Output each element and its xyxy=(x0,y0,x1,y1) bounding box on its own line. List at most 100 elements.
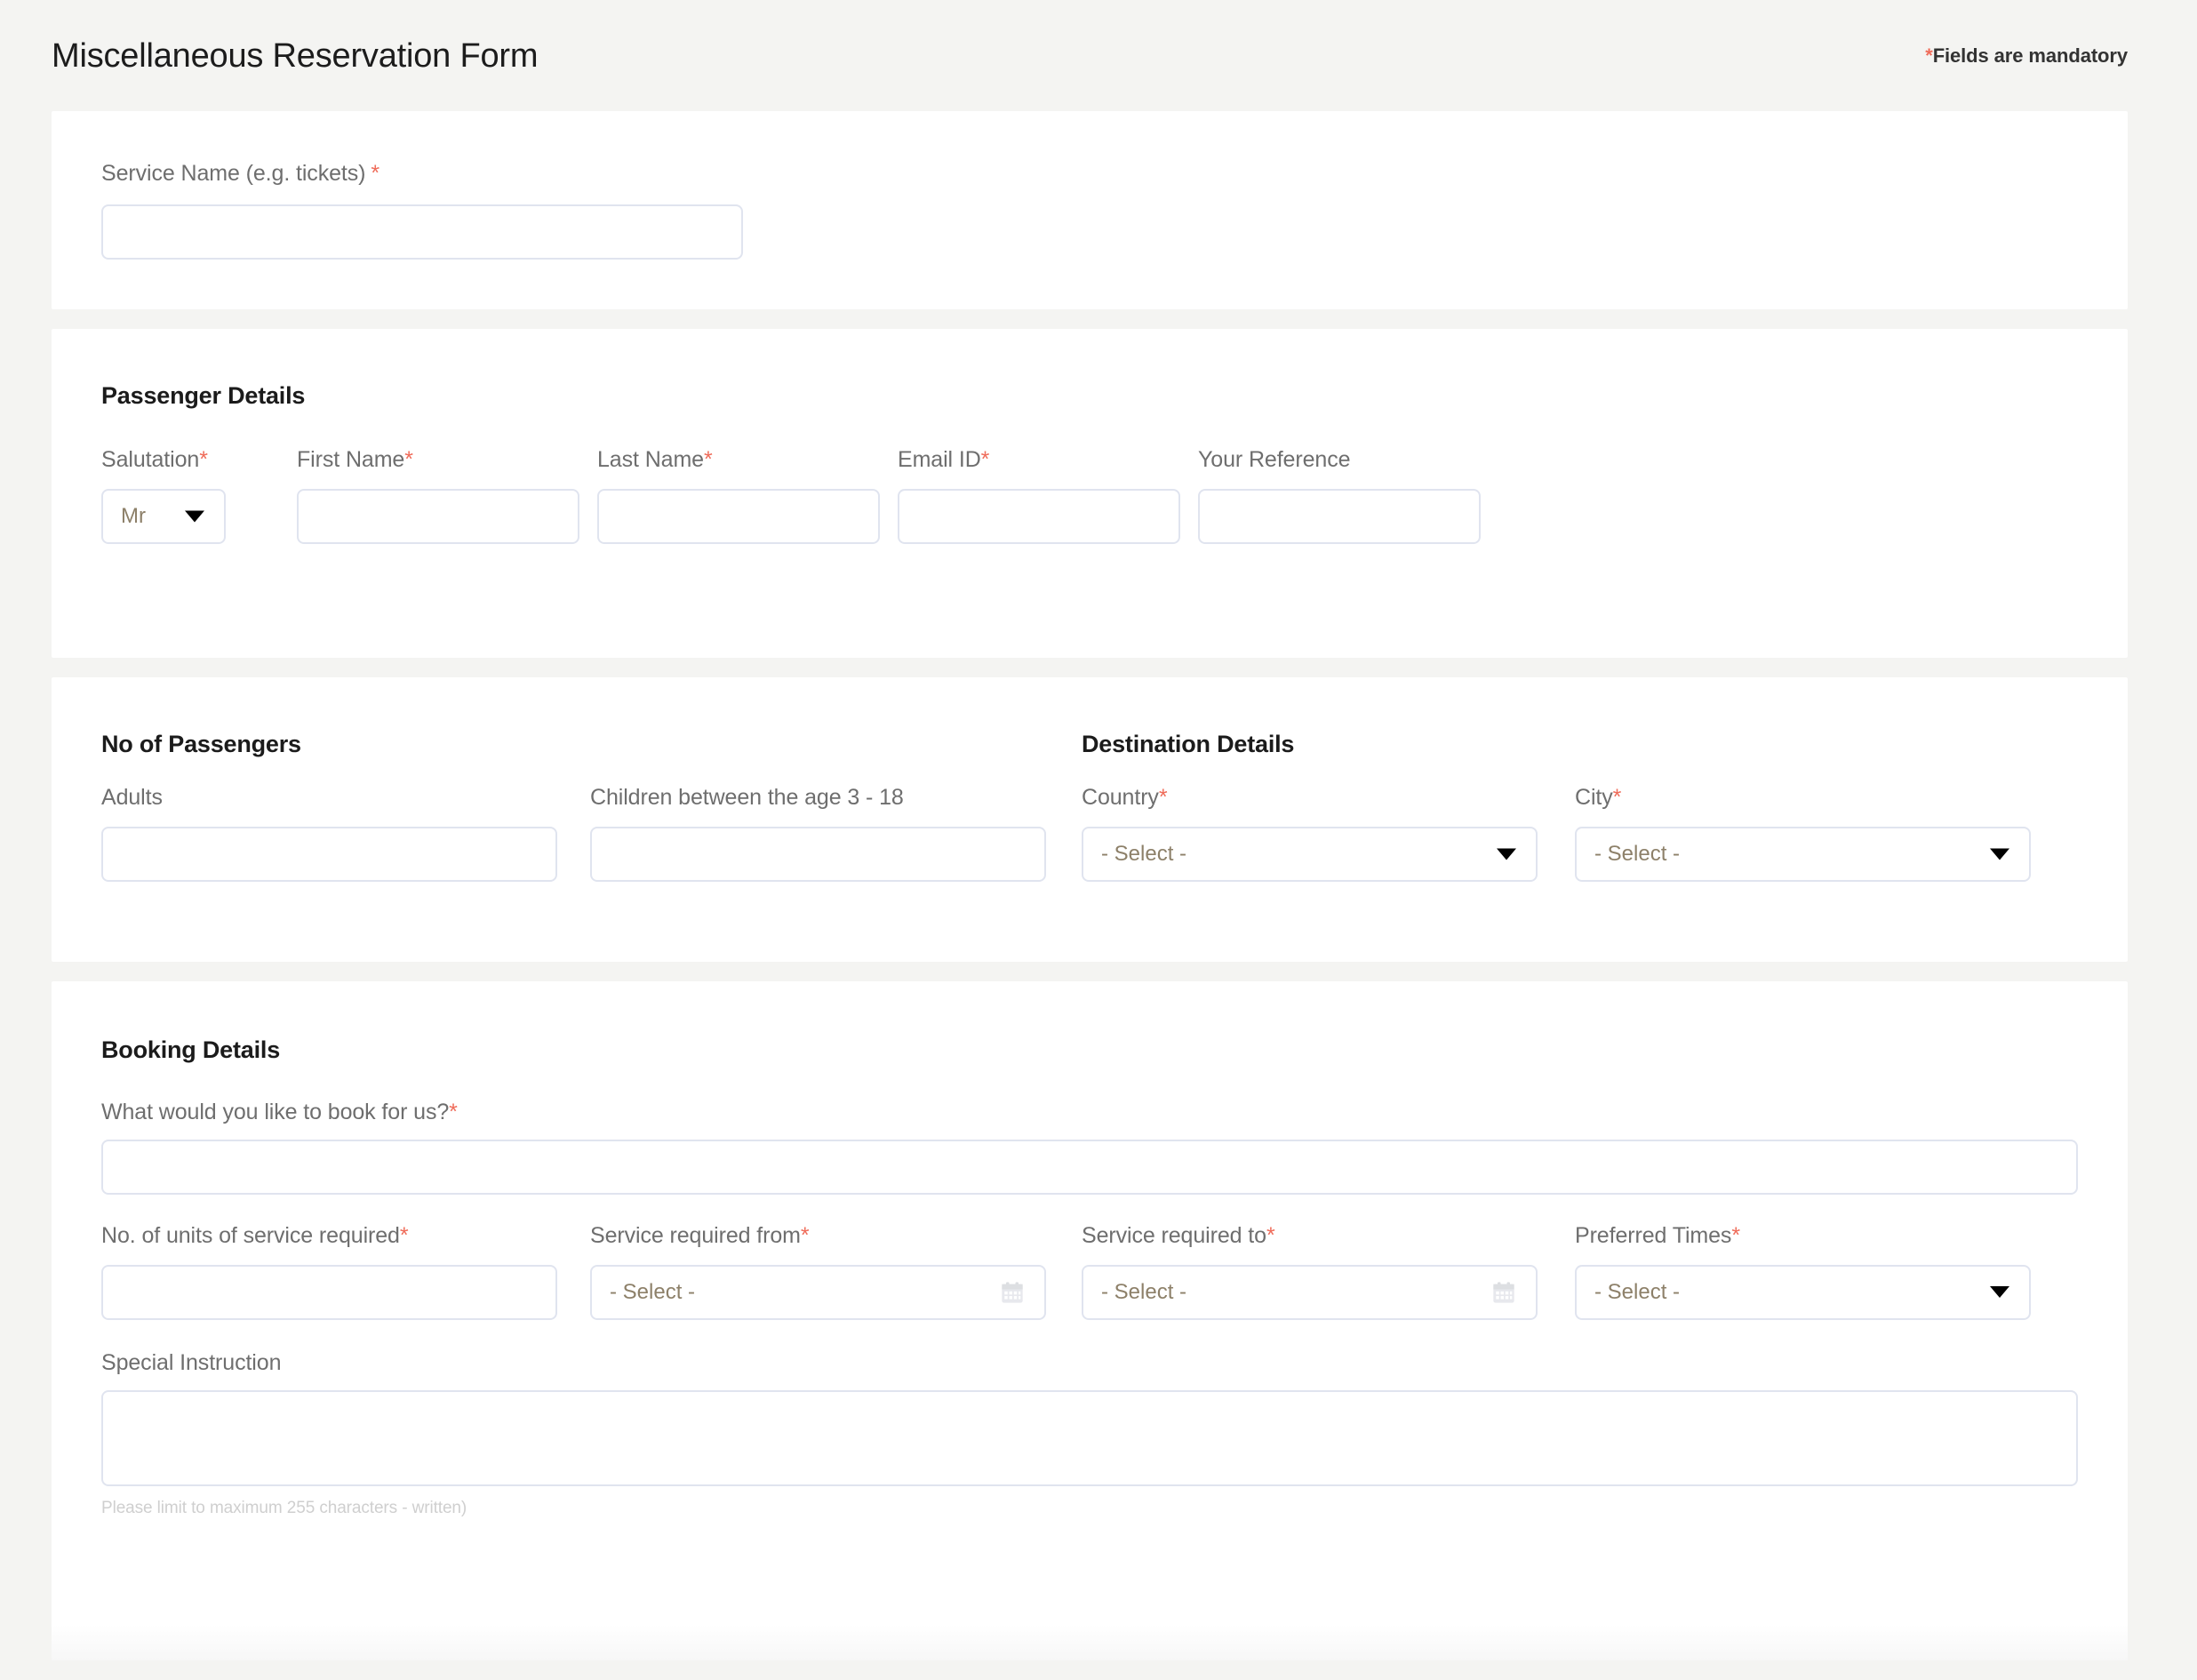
calendar-icon xyxy=(1491,1280,1516,1305)
required-asterisk-icon: * xyxy=(1612,785,1622,810)
field-city: City* - Select - xyxy=(1575,785,2031,882)
adults-input[interactable] xyxy=(101,827,557,882)
chevron-down-icon xyxy=(185,510,204,523)
preferred-times-selected-value: - Select - xyxy=(1594,1280,1681,1304)
field-adults: Adults xyxy=(101,785,557,882)
service-required-from-label: Service required from* xyxy=(590,1223,1046,1249)
reservation-form-page: Miscellaneous Reservation Form *Fields a… xyxy=(0,0,2197,1660)
passenger-details-title: Passenger Details xyxy=(101,382,306,409)
children-label-text: Children between the age 3 - 18 xyxy=(590,785,904,810)
bottom-fade xyxy=(52,1625,2128,1660)
units-of-service-input[interactable] xyxy=(101,1265,557,1320)
service-required-to-value: - Select - xyxy=(1101,1280,1187,1304)
field-salutation: Salutation* Mr xyxy=(101,447,226,544)
special-instruction-textarea[interactable] xyxy=(101,1390,2078,1486)
booking-details-title: Booking Details xyxy=(101,1036,281,1063)
children-label: Children between the age 3 - 18 xyxy=(590,785,1046,811)
field-units-of-service: No. of units of service required* xyxy=(101,1223,557,1320)
booking-details-card: Booking Details What would you like to b… xyxy=(52,981,2128,1660)
service-name-label: Service Name (e.g. tickets) * xyxy=(101,161,2078,187)
country-label: Country* xyxy=(1082,785,1538,811)
preferred-times-label-text: Preferred Times xyxy=(1575,1223,1732,1248)
service-required-from-datepicker[interactable]: - Select - xyxy=(590,1265,1046,1320)
service-name-input[interactable] xyxy=(101,204,743,260)
field-service-required-to: Service required to* - Select - xyxy=(1082,1223,1538,1320)
first-name-label: First Name* xyxy=(297,447,579,473)
required-asterisk-icon: * xyxy=(399,1223,409,1248)
salutation-label-text: Salutation xyxy=(101,447,200,472)
chevron-down-icon xyxy=(1497,848,1516,860)
service-required-to-datepicker[interactable]: - Select - xyxy=(1082,1265,1538,1320)
required-asterisk-icon: * xyxy=(404,447,413,472)
units-of-service-label: No. of units of service required* xyxy=(101,1223,557,1249)
passenger-fields-row: Salutation* Mr First Name* Last Name* Em… xyxy=(101,447,2078,544)
field-preferred-times: Preferred Times* - Select - xyxy=(1575,1223,2031,1320)
preferred-times-select[interactable]: - Select - xyxy=(1575,1265,2031,1320)
chevron-down-icon xyxy=(1990,848,2009,860)
email-id-label-text: Email ID xyxy=(898,447,981,472)
first-name-label-text: First Name xyxy=(297,447,405,472)
email-id-input[interactable] xyxy=(898,489,1180,544)
field-your-reference: Your Reference xyxy=(1198,447,1481,544)
required-asterisk-icon: * xyxy=(980,447,990,472)
salutation-label: Salutation* xyxy=(101,447,226,473)
country-selected-value: - Select - xyxy=(1101,842,1187,866)
email-id-label: Email ID* xyxy=(898,447,1180,473)
required-asterisk-icon: * xyxy=(1158,785,1168,810)
book-question-label-text: What would you like to book for us? xyxy=(101,1100,450,1124)
country-select[interactable]: - Select - xyxy=(1082,827,1538,882)
city-selected-value: - Select - xyxy=(1594,842,1681,866)
calendar-icon xyxy=(1000,1280,1025,1305)
special-instruction-label: Special Instruction xyxy=(101,1350,2078,1376)
passengers-destination-card: No of Passengers Destination Details Adu… xyxy=(52,677,2128,962)
booking-fields-row: No. of units of service required* Servic… xyxy=(101,1223,2078,1320)
adults-label-text: Adults xyxy=(101,785,163,810)
your-reference-label-text: Your Reference xyxy=(1198,447,1351,472)
page-header: Miscellaneous Reservation Form *Fields a… xyxy=(0,0,2197,111)
destination-details-title: Destination Details xyxy=(1082,731,1295,757)
units-of-service-label-text: No. of units of service required xyxy=(101,1223,400,1248)
city-label: City* xyxy=(1575,785,2031,811)
field-children: Children between the age 3 - 18 xyxy=(590,785,1046,882)
city-select[interactable]: - Select - xyxy=(1575,827,2031,882)
service-required-from-value: - Select - xyxy=(610,1280,696,1304)
book-question-input[interactable] xyxy=(101,1140,2078,1195)
first-name-input[interactable] xyxy=(297,489,579,544)
last-name-label-text: Last Name xyxy=(597,447,704,472)
your-reference-input[interactable] xyxy=(1198,489,1481,544)
passenger-details-card: Passenger Details Salutation* Mr First N… xyxy=(52,329,2128,658)
service-name-card: Service Name (e.g. tickets) * xyxy=(52,111,2128,309)
country-label-text: Country xyxy=(1082,785,1159,810)
field-email-id: Email ID* xyxy=(898,447,1180,544)
required-asterisk-icon: * xyxy=(800,1223,810,1248)
special-instruction-helper-text: Please limit to maximum 255 characters -… xyxy=(101,1499,467,1517)
last-name-input[interactable] xyxy=(597,489,880,544)
service-required-from-label-text: Service required from xyxy=(590,1223,801,1248)
children-input[interactable] xyxy=(590,827,1046,882)
field-service-required-from: Service required from* - Select - xyxy=(590,1223,1046,1320)
preferred-times-label: Preferred Times* xyxy=(1575,1223,2031,1249)
city-label-text: City xyxy=(1575,785,1613,810)
service-name-label-text: Service Name (e.g. tickets) xyxy=(101,161,366,186)
your-reference-label: Your Reference xyxy=(1198,447,1481,473)
required-asterisk-icon: * xyxy=(1731,1223,1740,1248)
salutation-select[interactable]: Mr xyxy=(101,489,226,544)
chevron-down-icon xyxy=(1990,1286,2009,1298)
service-required-to-label-text: Service required to xyxy=(1082,1223,1266,1248)
mandatory-fields-note: *Fields are mandatory xyxy=(1925,44,2128,68)
page-title: Miscellaneous Reservation Form xyxy=(52,36,539,75)
book-question-label: What would you like to book for us?* xyxy=(101,1100,2078,1125)
required-asterisk-icon: * xyxy=(371,161,380,186)
field-first-name: First Name* xyxy=(297,447,579,544)
no-of-passengers-title: No of Passengers xyxy=(101,731,301,757)
